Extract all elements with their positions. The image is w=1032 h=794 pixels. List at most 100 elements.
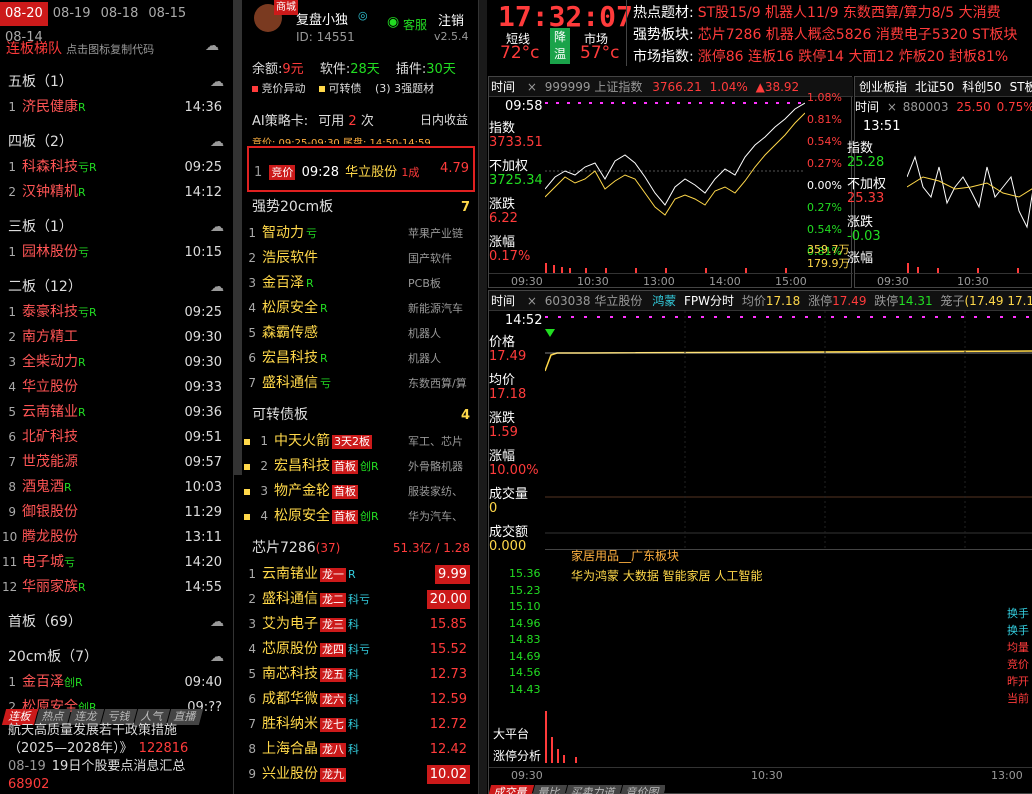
stock-name[interactable]: 金百泽 xyxy=(262,275,304,291)
stock-name[interactable]: 森霸传感 xyxy=(262,325,318,341)
group-header[interactable]: 强势20cm板 7 xyxy=(242,195,476,220)
stock-name[interactable]: 云南锗业 xyxy=(262,566,318,582)
list-item[interactable]: 9 兴业股份 龙九 10.02 xyxy=(242,762,476,787)
stock-name[interactable]: 南方精工 xyxy=(22,329,78,345)
stock-name[interactable]: 艾为电子 xyxy=(262,616,318,632)
index-tab[interactable]: 创业板指 xyxy=(859,80,907,94)
stock-name[interactable]: 北矿科技 xyxy=(22,429,78,445)
stock-name[interactable]: 中天火箭 xyxy=(274,433,330,449)
stock-name[interactable]: 松原安全 xyxy=(274,508,330,524)
cloud-icon[interactable]: ☁ xyxy=(210,130,224,154)
list-item[interactable]: 7 胜科纳米 龙七科 12.72 xyxy=(242,712,476,737)
section-header[interactable]: 首板（69） ☁ xyxy=(0,610,232,634)
section-header[interactable]: 五板（1） ☁ xyxy=(0,70,232,94)
list-item[interactable]: 2 南方精工 09:30 xyxy=(0,325,232,350)
stock-name[interactable]: 科森科技 xyxy=(22,159,78,175)
list-item[interactable]: 1 云南锗业 龙一 R 9.99 xyxy=(242,562,476,587)
list-item[interactable]: 11 电子城亏 14:20 xyxy=(0,550,232,575)
hot-row[interactable]: 热点题材: ST股15/9 机器人11/9 东数西算/算力8/5 大消费 xyxy=(633,2,1032,24)
list-item[interactable]: 4 松原安全 R 新能源汽车 xyxy=(242,296,476,321)
idx-tab[interactable]: 时间 xyxy=(491,80,515,94)
list-item[interactable]: 1 科森科技亏R 09:25 xyxy=(0,155,232,180)
shop-badge[interactable]: 商城 xyxy=(274,0,298,15)
logout-button[interactable]: 注销 xyxy=(438,10,464,29)
hot-row[interactable]: 市场指数: 涨停86 连板16 跌停14 大面12 炸板20 封板81% xyxy=(633,46,1032,68)
scrollbar[interactable] xyxy=(234,0,242,475)
stock-tag-hongmeng[interactable]: 鸿蒙 xyxy=(652,294,676,308)
group-header[interactable]: 可转债板 4 xyxy=(242,403,476,428)
stock-name[interactable]: 华立股份 xyxy=(22,379,78,395)
cloud-icon[interactable]: ☁ xyxy=(210,645,224,669)
list-item[interactable]: 12 华丽家族R 14:55 xyxy=(0,575,232,600)
ai-right-label[interactable]: 日内收益 xyxy=(420,111,468,128)
stock-name[interactable]: 济民健康 xyxy=(22,99,78,115)
stock-name[interactable]: 金百泽 xyxy=(22,674,64,690)
idx2-tab[interactable]: 时间 xyxy=(855,100,879,114)
stock-name[interactable]: 园林股份 xyxy=(22,244,78,260)
stock-name[interactable]: 盛科通信 xyxy=(262,591,318,607)
stock-name[interactable]: 全柴动力 xyxy=(22,354,78,370)
cloud-icon[interactable]: ☁ xyxy=(210,275,224,299)
cloud-icon[interactable]: ☁ xyxy=(210,610,224,634)
date-tab-08-15[interactable]: 08-15 xyxy=(143,2,191,26)
list-item[interactable]: 6 宏昌科技 R 机器人 xyxy=(242,346,476,371)
list-item[interactable]: 9 御银股份 11:29 xyxy=(0,500,232,525)
list-item[interactable]: 6 北矿科技 09:51 xyxy=(0,425,232,450)
list-item[interactable]: 1 泰豪科技亏R 09:25 xyxy=(0,300,232,325)
list-item[interactable]: 1 园林股份亏 10:15 xyxy=(0,240,232,265)
stock-name[interactable]: 泰豪科技 xyxy=(22,304,78,320)
list-item[interactable]: 1 济民健康R 14:36 xyxy=(0,95,232,120)
stock-name[interactable]: 物产金轮 xyxy=(274,483,330,499)
list-item[interactable]: 8 上海合晶 龙八科 12.42 xyxy=(242,737,476,762)
stock-bottom-tab[interactable]: 竞价图 xyxy=(618,785,665,794)
news-item[interactable]: 航天高质量发展若干政策措施 xyxy=(8,722,230,740)
list-item[interactable]: 6 成都华微 龙六科 12.59 xyxy=(242,687,476,712)
list-item[interactable]: 3 金百泽 R PCB板 xyxy=(242,271,476,296)
stock-name[interactable]: 宏昌科技 xyxy=(262,350,318,366)
stock-bottom-tab[interactable]: 量比 xyxy=(530,785,568,794)
list-item[interactable]: 7 盛科通信亏 东数西算/算 xyxy=(242,371,476,396)
platform-button[interactable]: 大平台 xyxy=(493,723,541,745)
stock-name[interactable]: 宏昌科技 xyxy=(274,458,330,474)
date-tab-08-19[interactable]: 08-19 xyxy=(48,2,96,26)
stock-name[interactable]: 南芯科技 xyxy=(262,666,318,682)
stock-name[interactable]: 智动力 xyxy=(262,225,304,241)
date-tab-08-20[interactable]: 08-20 xyxy=(0,2,48,26)
news-item[interactable]: 08-19 19日个股要点消息汇总 xyxy=(8,758,230,776)
stock-close-icon[interactable]: × xyxy=(527,294,537,308)
stock-name[interactable]: 云南锗业 xyxy=(22,404,78,420)
list-item[interactable]: 5 云南锗业R 09:36 xyxy=(0,400,232,425)
index-chart-2[interactable]: 创业板指北证50 科创50 ST板块 时间 × 880003 25.50 0.75%… xyxy=(847,76,1032,288)
stock-name[interactable]: 酒鬼酒 xyxy=(22,479,64,495)
option-3[interactable]: (3) 3强题材 xyxy=(375,82,434,95)
index-tab[interactable]: 科创50 xyxy=(962,80,1001,94)
stock-tag-fpw[interactable]: FPW分时 xyxy=(684,294,734,308)
section-header[interactable]: 20cm板（7） ☁ xyxy=(0,645,232,669)
list-item[interactable]: 7 世茂能源 09:57 xyxy=(0,450,232,475)
stock-bottom-tab[interactable]: 成交量 xyxy=(489,785,535,794)
stock-name[interactable]: 浩辰软件 xyxy=(262,250,318,266)
section-header[interactable]: 三板（1） ☁ xyxy=(0,215,232,239)
option-2[interactable]: 可转债 xyxy=(329,82,362,95)
stock-name[interactable]: 松原安全 xyxy=(262,300,318,316)
stock-name[interactable]: 汉钟精机 xyxy=(22,184,78,200)
list-item[interactable]: 2 浩辰软件 国产软件 xyxy=(242,246,476,271)
cloud-icon[interactable]: ☁ xyxy=(210,215,224,239)
option-1[interactable]: 竞价异动 xyxy=(262,82,306,95)
stock-name[interactable]: 芯原股份 xyxy=(262,641,318,657)
stock-name[interactable]: 盛科通信 xyxy=(262,375,318,391)
list-item[interactable]: 2 宏昌科技 首板 创R 外骨骼机器 xyxy=(242,454,476,479)
list-item[interactable]: 3 物产金轮 首板 服装家纺、 xyxy=(242,479,476,504)
list-item[interactable]: 4 松原安全 首板 创R 华为汽车、 xyxy=(242,504,476,529)
list-item[interactable]: 2 盛科通信 龙二 科亏 20.00 xyxy=(242,587,476,612)
index-tab[interactable]: 北证50 xyxy=(915,80,954,94)
list-item[interactable]: 8 酒鬼酒R 10:03 xyxy=(0,475,232,500)
section-header[interactable]: 二板（12） ☁ xyxy=(0,275,232,299)
list-item[interactable]: 4 芯原股份 龙四 科亏 15.52 xyxy=(242,637,476,662)
list-item[interactable]: 5 森霸传感 机器人 xyxy=(242,321,476,346)
list-item[interactable]: 5 南芯科技 龙五科 12.73 xyxy=(242,662,476,687)
stock-name[interactable]: 御银股份 xyxy=(22,504,78,520)
list-item[interactable]: 3 艾为电子 龙三科 15.85 xyxy=(242,612,476,637)
limitup-analysis-button[interactable]: 涨停分析 xyxy=(493,745,541,767)
wechat-icon[interactable]: ◉ xyxy=(387,14,399,30)
